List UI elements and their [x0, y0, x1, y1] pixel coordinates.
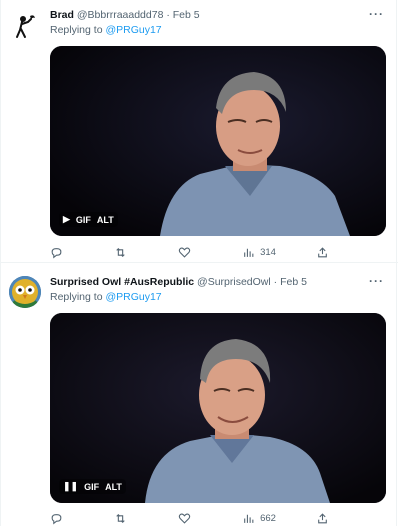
- tweet[interactable]: Surprised Owl #AusRepublic @SurprisedOwl…: [1, 263, 398, 526]
- reply-button[interactable]: [50, 246, 74, 259]
- gif-media[interactable]: ▶ GIF ALT: [50, 46, 386, 236]
- views-count: 314: [260, 246, 276, 258]
- share-icon: [318, 512, 327, 523]
- replying-to-label: Replying to: [50, 24, 106, 36]
- reply-icon: [51, 247, 62, 259]
- gif-image: [50, 313, 386, 503]
- like-button[interactable]: [178, 512, 202, 525]
- heart-icon: [178, 513, 191, 524]
- display-name[interactable]: Surprised Owl #AusRepublic: [50, 276, 194, 288]
- reply-button[interactable]: [50, 512, 74, 525]
- tweet-actions: 662: [50, 510, 340, 526]
- share-button[interactable]: [316, 246, 340, 259]
- retweet-button[interactable]: [114, 512, 138, 525]
- separator-dot: ·: [166, 9, 170, 21]
- tweet-header: Brad @Bbbrrraaaddd78 · Feb 5: [50, 9, 200, 21]
- views-chart-icon: [244, 514, 254, 523]
- tweet-date[interactable]: Feb 5: [280, 276, 307, 288]
- gif-badge: ❚❚ GIF ALT: [59, 479, 126, 494]
- alt-label[interactable]: ALT: [97, 215, 114, 225]
- tweet-date[interactable]: Feb 5: [173, 9, 200, 21]
- share-button[interactable]: [316, 512, 340, 525]
- user-handle[interactable]: @SurprisedOwl: [197, 276, 271, 288]
- avatar[interactable]: [9, 276, 41, 308]
- avatar[interactable]: [9, 10, 41, 42]
- share-icon: [318, 246, 327, 257]
- alt-label[interactable]: ALT: [105, 482, 122, 492]
- like-button[interactable]: [178, 246, 202, 259]
- gif-image: [50, 46, 386, 236]
- pause-icon[interactable]: ❚❚: [63, 481, 78, 492]
- retweet-icon: [116, 247, 125, 257]
- more-options-icon[interactable]: ···: [369, 7, 384, 21]
- views-button[interactable]: 314: [242, 246, 276, 259]
- tweet-header: Surprised Owl #AusRepublic @SurprisedOwl…: [50, 276, 307, 288]
- gif-label: GIF: [75, 214, 91, 225]
- gif-media[interactable]: ❚❚ GIF ALT: [50, 313, 386, 503]
- views-chart-icon: [244, 248, 254, 257]
- tweet-actions: 314: [50, 244, 340, 260]
- gif-label: GIF: [84, 481, 100, 492]
- replying-to: Replying to @PRGuy17: [50, 291, 162, 303]
- play-icon[interactable]: ▶: [63, 214, 70, 225]
- views-button[interactable]: 662: [242, 512, 276, 525]
- more-options-icon[interactable]: ···: [369, 274, 384, 288]
- replying-to: Replying to @PRGuy17: [50, 24, 162, 36]
- views-count: 662: [260, 512, 276, 524]
- timeline: Brad @Bbbrrraaaddd78 · Feb 5 ··· Replyin…: [0, 0, 398, 526]
- tweet[interactable]: Brad @Bbbrrraaaddd78 · Feb 5 ··· Replyin…: [1, 0, 398, 263]
- replying-to-link[interactable]: @PRGuy17: [105, 291, 161, 303]
- heart-icon: [178, 247, 191, 258]
- user-handle[interactable]: @Bbbrrraaaddd78: [77, 9, 164, 21]
- display-name[interactable]: Brad: [50, 9, 74, 21]
- retweet-icon: [116, 513, 125, 523]
- replying-to-link[interactable]: @PRGuy17: [105, 24, 161, 36]
- retweet-button[interactable]: [114, 246, 138, 259]
- replying-to-label: Replying to: [50, 291, 106, 303]
- reply-icon: [51, 513, 62, 525]
- separator-dot: ·: [273, 276, 278, 288]
- gif-badge: ▶ GIF ALT: [59, 212, 118, 227]
